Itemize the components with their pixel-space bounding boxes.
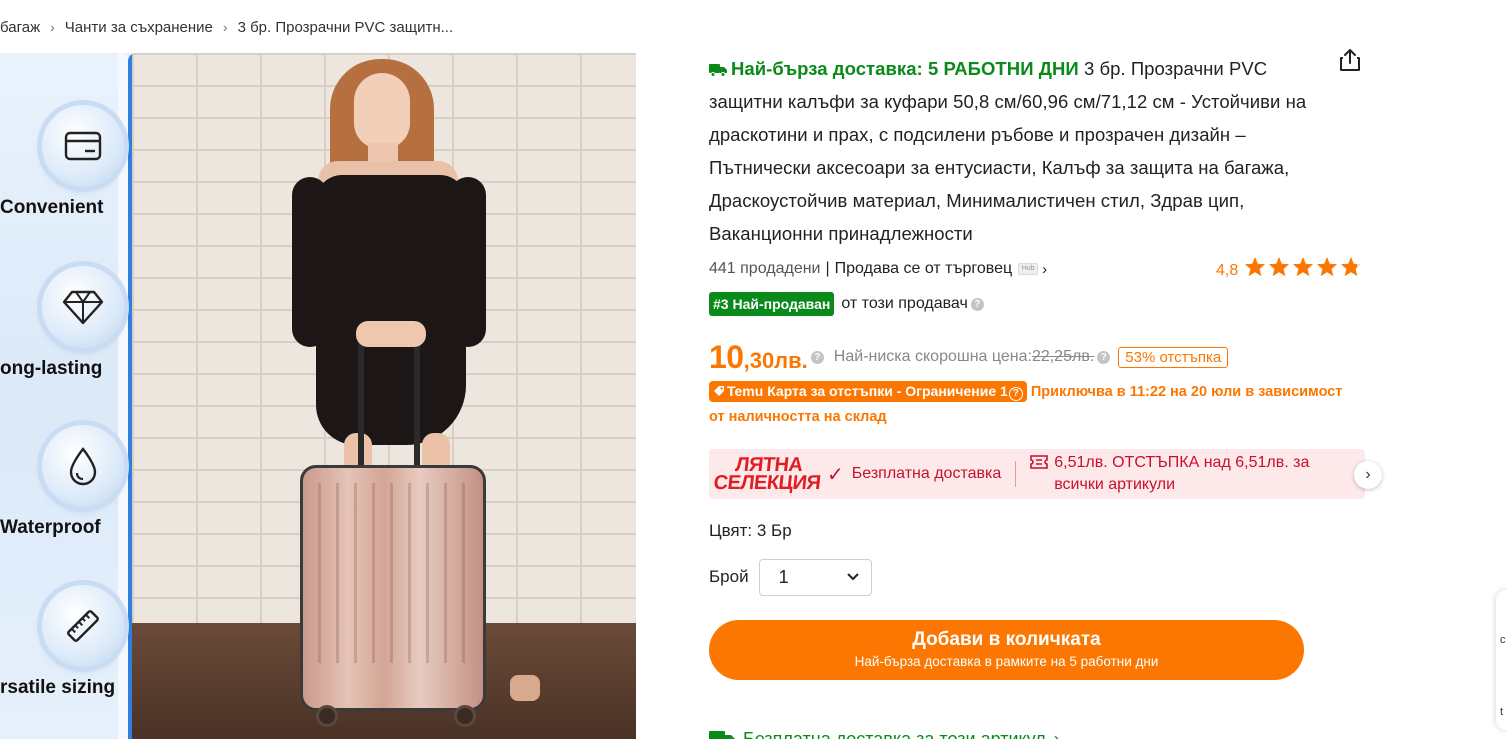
chevron-right-icon: › [1365,466,1371,483]
seller-link[interactable]: Продава се от търговец [835,260,1013,278]
chevron-right-icon[interactable]: › [1042,261,1047,278]
feature-long-lasting: ong-lasting [0,266,128,380]
product-image-gallery[interactable]: Convenient ong-lasting Waterproof rsatil… [0,53,636,739]
feature-label: rsatile sizing [0,677,116,698]
help-icon: ? [1008,387,1023,401]
sales-seller-row: 441 продадени | Продава се от търговец H… [709,260,1048,278]
add-to-cart-button[interactable]: Добави в количката Най-бърза доставка в … [709,620,1304,680]
seller-logo: Hub [1018,263,1039,275]
star-icon [1317,256,1338,277]
bestseller-text: от този продавач [841,295,968,312]
truck-icon [709,64,727,77]
feature-convenient: Convenient [0,105,128,219]
rating-score: 4,8 [1216,261,1239,279]
breadcrumb-item-storage-bags[interactable]: Чанти за съхранение [65,19,213,36]
ticket-icon [1030,455,1049,469]
lowest-recent-price: Най-ниска скорошна цена:22,25лв. [833,348,1095,365]
help-icon[interactable]: ? [1097,350,1111,364]
check-icon: ✓ [827,463,844,486]
feature-label: Waterproof [0,517,101,538]
chevron-right-icon: › [222,19,228,35]
feature-versatile-sizing: rsatile sizing [0,585,128,699]
fast-delivery-tag: Най-бърза доставка: 5 РАБОТНИ ДНИ [709,58,1079,79]
add-to-cart-sublabel: Най-бърза доставка в рамките на 5 работн… [854,654,1159,669]
discount-badge: 53% отстъпка [1118,346,1229,368]
coupon-promo: 6,51лв. ОТСТЪПКА над 6,51лв. за всички а… [1030,452,1334,496]
discount-card-pill[interactable]: Temu Карта за отстъпки - Ограничение 1? [709,381,1027,402]
price-row: 10,30лв. ? Най-ниска скорошна цена:22,25… [709,338,1229,376]
product-title-text: 3 бр. Прозрачни PVC защитни калъфи за ку… [709,58,1307,244]
star-icon [1245,256,1266,277]
breadcrumb-item-current: 3 бр. Прозрачни PVC защитн... [237,18,454,36]
water-drop-icon [42,425,124,507]
quantity-label: Брой [709,567,749,586]
color-label: Цвят: 3 Бр [709,521,792,540]
chevron-right-icon: › [50,19,55,35]
quantity-value: 1 [778,566,789,587]
feature-waterproof: Waterproof [0,425,128,539]
free-shipping-promo: ✓ Безплатна доставка [827,463,1002,486]
current-price: 10,30лв. [709,338,808,375]
bestseller-badge: #3 Най-продаван [709,292,835,316]
model-dress [316,175,466,445]
card-icon [42,105,124,187]
share-icon [1340,49,1360,71]
breadcrumb-item-luggage[interactable]: багаж [0,19,40,36]
quantity-select[interactable]: 1 [758,558,872,596]
summer-selection-logo: ЛЯТНА СЕЛЕКЦИЯ [712,454,822,494]
feature-label: Convenient [0,197,104,218]
feature-label: ong-lasting [0,358,103,379]
summer-promo-banner[interactable]: ЛЯТНА СЕЛЕКЦИЯ ✓ Безплатна доставка 6,51… [709,449,1365,499]
floating-side-widget[interactable]: c t [1496,590,1507,730]
star-icon [1293,256,1314,277]
free-shipping-link[interactable]: Безплатна доставка за този артикул › [709,724,1060,739]
bestseller-row: #3 Най-продаван от този продавач ? [709,291,984,317]
truck-icon [709,731,735,739]
discount-card-notice: Temu Карта за отстъпки - Ограничение 1? … [709,380,1359,430]
rating-stars [1244,256,1364,282]
diamond-icon [42,266,124,348]
add-to-cart-label: Добави в количката [912,629,1101,650]
model-face [354,73,410,149]
share-button[interactable] [1334,44,1366,76]
chevron-right-icon: › [1053,728,1060,739]
product-photo [132,53,636,739]
star-icon [1269,256,1290,277]
ruler-icon [42,585,124,667]
breadcrumb: багаж › Чанти за съхранение › 3 бр. Проз… [0,17,453,37]
rating[interactable]: 4,8 [1216,256,1364,282]
sold-count: 441 продадени [709,260,821,277]
star-icon [1341,256,1362,277]
help-icon[interactable]: ? [810,350,824,364]
tag-icon [714,386,724,396]
chevron-down-icon [846,573,859,581]
product-title: Най-бърза доставка: 5 РАБОТНИ ДНИ 3 бр. … [709,52,1329,250]
promo-next-button[interactable]: › [1354,461,1382,489]
help-icon[interactable]: ? [970,297,984,311]
quantity-row: Брой 1 [709,558,872,596]
